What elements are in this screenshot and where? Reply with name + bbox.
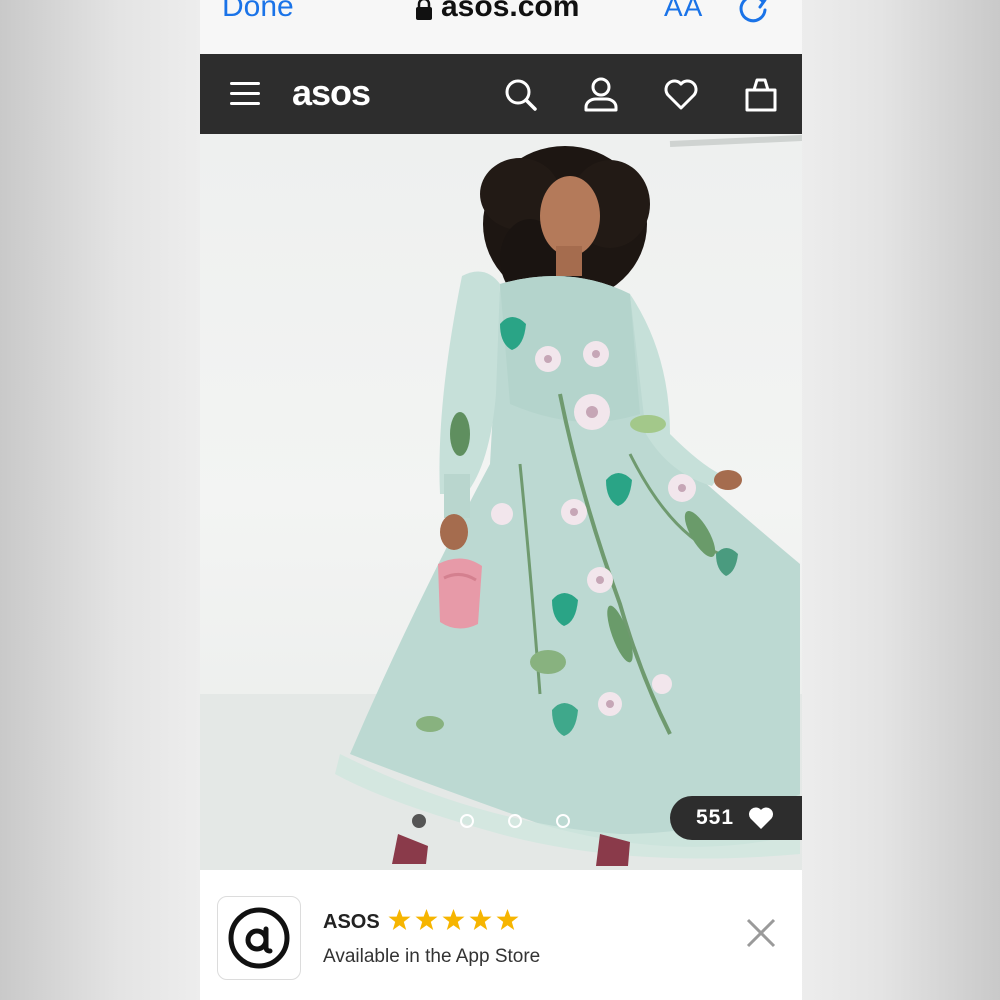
reload-icon[interactable] bbox=[735, 0, 771, 28]
menu-icon[interactable] bbox=[230, 82, 260, 106]
bag-icon[interactable] bbox=[743, 76, 779, 112]
text-size-button[interactable]: AA bbox=[664, 0, 703, 23]
app-subtitle: Available in the App Store bbox=[323, 946, 541, 967]
pagination-dot[interactable] bbox=[460, 814, 474, 828]
star-icon bbox=[496, 908, 519, 931]
browser-toolbar: Done asos.com AA bbox=[200, 0, 802, 54]
saved-count-badge[interactable]: 551 bbox=[670, 796, 802, 840]
pagination-dot[interactable] bbox=[412, 814, 426, 828]
likes-count: 551 bbox=[696, 806, 735, 829]
close-icon[interactable] bbox=[745, 917, 777, 949]
star-icon bbox=[415, 908, 438, 931]
url-text: asos.com bbox=[441, 0, 580, 23]
address-bar[interactable]: asos.com bbox=[415, 0, 579, 24]
star-icon bbox=[442, 908, 465, 931]
asos-a-logo-icon bbox=[228, 907, 290, 969]
search-icon[interactable] bbox=[502, 76, 538, 112]
app-name: ASOS bbox=[323, 911, 380, 933]
rating-stars bbox=[388, 908, 519, 931]
lock-icon bbox=[416, 0, 432, 20]
app-store-banner: ASOS Available in the App Store bbox=[200, 870, 802, 1000]
star-icon bbox=[388, 908, 411, 931]
phone-screen: Done asos.com AA asos 551 ASOS Available… bbox=[200, 0, 802, 1000]
done-button[interactable]: Done bbox=[222, 0, 294, 24]
model-in-floral-dress-image bbox=[200, 135, 802, 870]
pagination-dot[interactable] bbox=[508, 814, 522, 828]
site-header: asos bbox=[200, 54, 802, 134]
account-icon[interactable] bbox=[583, 76, 619, 112]
asos-app-icon[interactable] bbox=[217, 896, 301, 980]
image-pagination bbox=[412, 814, 570, 828]
heart-icon[interactable] bbox=[663, 76, 699, 112]
heart-filled-icon bbox=[749, 807, 774, 829]
asos-logo[interactable]: asos bbox=[292, 72, 371, 114]
pagination-dot[interactable] bbox=[556, 814, 570, 828]
star-icon bbox=[469, 908, 492, 931]
product-image[interactable]: 551 bbox=[200, 134, 802, 870]
